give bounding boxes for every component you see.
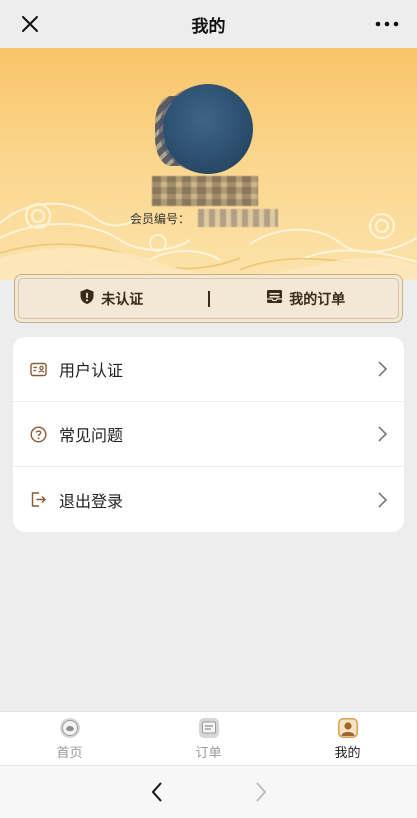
profile-banner: 会员编号：: [0, 48, 417, 280]
menu-item-user-verification[interactable]: 用户认证: [13, 337, 404, 402]
member-number-row: 会员编号：: [130, 208, 279, 228]
status-bar: 未认证 我的订单: [14, 274, 403, 323]
forward-icon[interactable]: [249, 780, 273, 804]
my-orders-button[interactable]: 我的订单: [210, 275, 403, 322]
verify-status-button[interactable]: 未认证: [15, 275, 208, 322]
chevron-right-icon: [376, 360, 388, 378]
profile-icon: [337, 717, 359, 739]
verify-status-label: 未认证: [101, 291, 144, 308]
question-icon: [29, 425, 47, 443]
top-nav-bar: 我的: [0, 0, 417, 48]
bottom-tab-bar: 首页 订单 我的: [0, 711, 417, 765]
tab-label: 订单: [195, 746, 222, 761]
menu-item-label: 退出登录: [59, 491, 124, 511]
page-title: 我的: [191, 16, 226, 37]
tab-orders[interactable]: 订单: [139, 712, 278, 765]
close-icon[interactable]: [18, 12, 42, 36]
avatar[interactable]: [163, 84, 253, 174]
chevron-right-icon: [376, 491, 388, 509]
logout-icon: [29, 491, 47, 509]
menu-item-logout[interactable]: 退出登录: [13, 467, 404, 532]
menu-item-faq[interactable]: 常见问题: [13, 402, 404, 467]
member-number-redacted: [198, 209, 279, 227]
browser-nav-bar: [0, 765, 417, 818]
order-tab-icon: [198, 717, 220, 739]
orders-icon: [266, 288, 283, 309]
tab-label: 我的: [334, 746, 361, 761]
chevron-right-icon: [376, 425, 388, 443]
id-card-icon: [29, 360, 47, 378]
tab-label: 首页: [56, 746, 83, 761]
back-icon[interactable]: [145, 780, 169, 804]
menu-item-label: 常见问题: [59, 426, 124, 445]
my-orders-label: 我的订单: [289, 291, 346, 308]
shield-alert-icon: [79, 288, 95, 309]
tab-home[interactable]: 首页: [0, 712, 139, 765]
member-number-label: 会员编号：: [130, 211, 191, 226]
menu-item-label: 用户认证: [59, 361, 124, 380]
menu-list: 用户认证 常见问题 退出登录: [13, 337, 404, 532]
home-icon: [59, 717, 81, 739]
username-redacted: [152, 176, 258, 206]
more-icon[interactable]: [373, 12, 401, 36]
tab-profile[interactable]: 我的: [278, 712, 417, 765]
